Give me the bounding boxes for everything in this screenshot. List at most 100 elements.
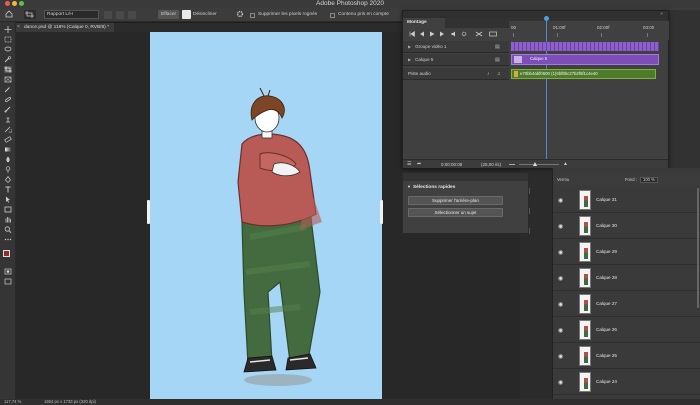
fill-input[interactable]: 100 % <box>640 177 658 183</box>
gear-icon[interactable] <box>236 10 244 18</box>
visibility-eye-icon[interactable]: ◉ <box>558 327 563 334</box>
go-to-first-frame-icon[interactable] <box>409 31 415 37</box>
gradient-tool-icon[interactable] <box>4 146 12 153</box>
previous-frame-icon[interactable] <box>419 31 425 37</box>
next-frame-icon[interactable] <box>439 31 445 37</box>
clone-stamp-tool-icon[interactable] <box>4 116 12 123</box>
play-icon[interactable] <box>429 31 435 37</box>
current-timecode[interactable]: 0:00:00:08 <box>441 160 462 169</box>
layer-row[interactable]: ◉ Calque 30 <box>553 214 700 239</box>
layer-name[interactable]: Calque 29 <box>596 249 617 254</box>
remove-background-button[interactable]: Supprimer l'arrière-plan <box>408 196 503 205</box>
eyedropper-tool-icon[interactable] <box>4 86 12 93</box>
marquee-tool-icon[interactable] <box>4 36 12 43</box>
frame-tool-icon[interactable] <box>4 76 12 83</box>
settings-gear-icon[interactable] <box>461 31 467 37</box>
visibility-eye-icon[interactable]: ◉ <box>558 379 563 386</box>
layer-name[interactable]: Calque 30 <box>596 223 617 228</box>
quick-mask-icon[interactable] <box>4 268 12 275</box>
collapse-arrow-icon[interactable]: ▼ <box>407 184 411 189</box>
transition-icon[interactable] <box>489 31 497 37</box>
crop-tool-preset-icon[interactable] <box>24 10 36 19</box>
home-icon[interactable] <box>5 10 13 18</box>
eraser-tool-icon[interactable] <box>4 136 12 143</box>
layer-row[interactable]: ◉ Calque 27 <box>553 292 700 317</box>
visibility-eye-icon[interactable]: ◉ <box>558 353 563 360</box>
video-group-clip[interactable] <box>511 42 659 51</box>
film-strip-icon[interactable]: ▤ <box>495 57 500 63</box>
layer-name[interactable]: Calque 26 <box>596 327 617 332</box>
visibility-eye-icon[interactable]: ◉ <box>558 301 563 308</box>
layer-name[interactable]: Calque 25 <box>596 353 617 358</box>
hand-tool-icon[interactable] <box>4 216 12 223</box>
film-strip-icon[interactable]: ▤ <box>495 44 500 50</box>
layer-row[interactable]: ◉ Calque 31 <box>553 188 700 213</box>
layer-row[interactable]: ◉ Calque 26 <box>553 318 700 343</box>
crop-tool-icon[interactable] <box>4 66 12 73</box>
layer-row[interactable]: ◉ Calque 24 <box>553 370 700 395</box>
ratio-select[interactable]: Rapport L/H <box>44 10 99 19</box>
foreground-color-swatch[interactable] <box>3 250 10 257</box>
quick-actions-title[interactable]: ▼ Sélections rapides <box>407 184 455 190</box>
move-tool-icon[interactable] <box>4 26 12 33</box>
blur-tool-icon[interactable] <box>4 156 12 163</box>
type-tool-icon[interactable] <box>4 186 12 193</box>
close-tab-icon[interactable]: × <box>17 23 20 32</box>
expand-arrow-icon[interactable]: ▶ <box>408 57 411 62</box>
brush-tool-icon[interactable] <box>4 106 12 113</box>
layer-name[interactable]: Calque 27 <box>596 301 617 306</box>
visibility-eye-icon[interactable]: ◉ <box>558 275 563 282</box>
more-tools-icon[interactable] <box>4 236 12 243</box>
screen-mode-icon[interactable] <box>4 278 12 285</box>
quick-actions-header[interactable] <box>403 173 528 181</box>
document-canvas[interactable] <box>150 32 382 399</box>
visibility-eye-icon[interactable]: ◉ <box>558 249 563 256</box>
lasso-tool-icon[interactable] <box>4 46 12 53</box>
zoom-slider[interactable] <box>519 164 559 165</box>
dodge-tool-icon[interactable] <box>4 166 12 173</box>
zoom-slider-thumb[interactable] <box>533 162 537 166</box>
timeline-tab[interactable]: Montage <box>403 18 445 28</box>
artboard-handle-right[interactable] <box>380 200 383 224</box>
visibility-eye-icon[interactable]: ◉ <box>558 197 563 204</box>
render-video-icon[interactable]: ➦ <box>417 160 421 169</box>
pen-tool-icon[interactable] <box>4 176 12 183</box>
delete-cropped-checkbox[interactable] <box>250 12 255 18</box>
layer-name[interactable]: Calque 24 <box>596 379 617 384</box>
swap-icon[interactable] <box>116 10 124 19</box>
straighten-icon[interactable] <box>182 10 191 19</box>
history-brush-tool-icon[interactable] <box>4 126 12 133</box>
zoom-level[interactable]: 117,74 % <box>4 399 21 405</box>
audio-clip[interactable]: e70bb4abf0600 (1)6bf8bc27b2f6f1c4e40 <box>511 69 656 79</box>
content-aware-checkbox[interactable] <box>330 12 335 18</box>
layers-scrollbar[interactable] <box>697 188 699 308</box>
split-at-playhead-icon[interactable] <box>475 31 483 37</box>
expand-arrow-icon[interactable]: ▶ <box>408 44 411 49</box>
quick-selection-tool-icon[interactable] <box>4 56 12 63</box>
rectangle-tool-icon[interactable] <box>4 206 12 213</box>
audio-options-icon[interactable]: ♫ <box>497 71 501 77</box>
height-field[interactable] <box>128 10 136 19</box>
timeline-ruler[interactable]: 00 01:00f 02:00f 03:00 <box>509 21 669 40</box>
select-subject-button[interactable]: Sélectionner un sujet <box>408 208 503 217</box>
layer-name[interactable]: Calque 28 <box>596 275 617 280</box>
convert-frames-icon[interactable]: ☰ <box>407 160 411 169</box>
layer-row[interactable]: ◉ Calque 29 <box>553 240 700 265</box>
width-field[interactable] <box>104 10 112 19</box>
layer-clip[interactable]: Calque 5 <box>511 54 659 65</box>
layer-row[interactable]: ◉ Calque 28 <box>553 266 700 291</box>
track-label[interactable]: Piste audio <box>403 68 509 80</box>
path-selection-tool-icon[interactable] <box>4 196 12 203</box>
timeline-panel-header[interactable]: » <box>403 11 668 18</box>
layer-row[interactable]: ◉ Calque 25 <box>553 344 700 369</box>
artboard-handle-left[interactable] <box>147 200 150 224</box>
healing-brush-tool-icon[interactable] <box>4 96 12 103</box>
track-label[interactable]: ▶ Calque 5 <box>403 54 509 66</box>
zoom-tool-icon[interactable] <box>4 226 12 233</box>
document-tab[interactable]: × dance.psd @ 118% (Calque 0, RVB/8) * <box>16 23 114 32</box>
clear-button[interactable]: Effacer <box>158 10 180 19</box>
audio-volume-icon[interactable]: ♪ <box>487 71 490 77</box>
zoom-out-icon[interactable] <box>509 164 515 165</box>
visibility-eye-icon[interactable]: ◉ <box>558 223 563 230</box>
layer-name[interactable]: Calque 31 <box>596 197 617 202</box>
